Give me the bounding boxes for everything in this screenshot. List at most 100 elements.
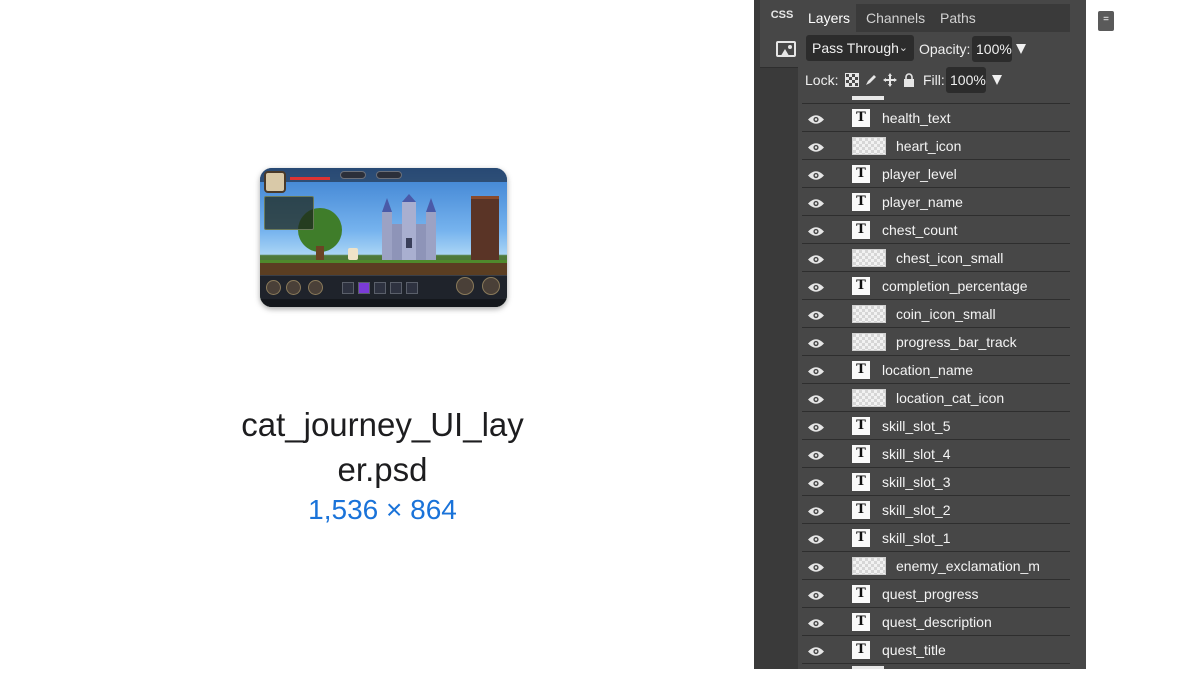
- thumbnail-skill-slot: [406, 282, 418, 294]
- layer-name[interactable]: skill_slot_5: [882, 412, 1070, 440]
- thumbnail-skill-slot: [374, 282, 386, 294]
- blend-opacity-row: Pass Through ⌄ Opacity: 100%: [802, 35, 1070, 63]
- layer-row[interactable]: location_cat_icon: [802, 384, 1070, 412]
- eye-icon[interactable]: [808, 448, 824, 460]
- layer-thumbnail: [852, 666, 884, 669]
- layer-row[interactable]: Tquest_description: [802, 608, 1070, 636]
- opacity-slider-toggle-icon[interactable]: [1016, 44, 1026, 54]
- layer-row[interactable]: heart_icon: [802, 132, 1070, 160]
- layer-row[interactable]: enemy_exclamation_m: [802, 552, 1070, 580]
- tab-layers[interactable]: Layers: [802, 4, 857, 32]
- lock-transparency-icon[interactable]: [845, 73, 859, 87]
- layer-row[interactable]: Tchest_count: [802, 216, 1070, 244]
- thumbnail-attack-button: [456, 277, 474, 295]
- layer-name[interactable]: health_text: [882, 104, 1070, 132]
- thumbnail-right-button: [286, 280, 301, 295]
- layer-row[interactable]: Tplayer_level: [802, 160, 1070, 188]
- layer-row[interactable]: Tskill_slot_5: [802, 412, 1070, 440]
- css-icon[interactable]: CSS: [768, 9, 796, 25]
- text-layer-icon: T: [852, 529, 870, 547]
- layer-name[interactable]: skill_slot_2: [882, 496, 1070, 524]
- layer-row[interactable]: chest_icon_small: [802, 244, 1070, 272]
- layer-name[interactable]: skill_slot_1: [882, 524, 1070, 552]
- fill-slider-toggle-icon[interactable]: [992, 75, 1002, 85]
- lock-all-icon[interactable]: [902, 73, 916, 87]
- layer-row[interactable]: Tquest_title: [802, 636, 1070, 664]
- layer-row[interactable]: Tskill_slot_4: [802, 440, 1070, 468]
- layer-name[interactable]: quest_progress: [882, 580, 1070, 608]
- eye-icon[interactable]: [808, 112, 824, 124]
- layer-name[interactable]: chest_count: [882, 216, 1070, 244]
- eye-icon[interactable]: [808, 252, 824, 264]
- thumbnail-tower: [471, 196, 499, 262]
- layer-row[interactable]: Tquest_progress: [802, 580, 1070, 608]
- thumbnail-health-bar: [290, 177, 330, 180]
- layer-row[interactable]: Tcompletion_percentage: [802, 272, 1070, 300]
- layer-thumbnail: [852, 557, 886, 575]
- layer-name[interactable]: quest_title: [882, 636, 1070, 664]
- eye-icon[interactable]: [808, 280, 824, 292]
- layer-name[interactable]: skill_slot_4: [882, 440, 1070, 468]
- lock-position-icon[interactable]: [883, 73, 897, 87]
- file-thumbnail[interactable]: [260, 168, 507, 307]
- lock-image-pixels-icon[interactable]: [864, 73, 878, 87]
- layer-name[interactable]: player_name: [882, 188, 1070, 216]
- eye-icon[interactable]: [808, 308, 824, 320]
- eye-icon[interactable]: [808, 616, 824, 628]
- layer-name[interactable]: heart_icon: [896, 132, 1070, 160]
- layer-name[interactable]: player_level: [882, 160, 1070, 188]
- layer-thumbnail: [852, 96, 884, 100]
- layer-name[interactable]: coin_icon_small: [896, 300, 1070, 328]
- eye-icon[interactable]: [808, 196, 824, 208]
- eye-icon[interactable]: [808, 420, 824, 432]
- layer-list: Thealth_text heart_icon Tplayer_level Tplay…: [802, 96, 1070, 669]
- layer-row[interactable]: Tlocation_name: [802, 356, 1070, 384]
- lock-label: Lock:: [805, 72, 839, 88]
- blend-mode-select[interactable]: Pass Through ⌄: [806, 35, 914, 61]
- fill-input[interactable]: 100%: [946, 67, 986, 93]
- text-layer-icon: T: [852, 277, 870, 295]
- layer-name[interactable]: quest_description: [882, 608, 1070, 636]
- layer-row[interactable]: Thealth_text: [802, 104, 1070, 132]
- image-icon[interactable]: [776, 41, 796, 57]
- thumbnail-gem-pill: [376, 171, 402, 179]
- tab-channels[interactable]: Channels: [860, 4, 931, 32]
- thumbnail-skill-slot: [358, 282, 370, 294]
- opacity-input[interactable]: 100%: [972, 36, 1012, 62]
- thumbnail-castle: [382, 194, 436, 260]
- layer-row[interactable]: Tskill_slot_2: [802, 496, 1070, 524]
- panel-menu-icon[interactable]: =: [1098, 11, 1114, 31]
- tab-paths[interactable]: Paths: [934, 4, 982, 32]
- eye-icon[interactable]: [808, 224, 824, 236]
- layer-name[interactable]: chest_icon_small: [896, 244, 1070, 272]
- eye-icon[interactable]: [808, 532, 824, 544]
- toolstrip-group: CSS: [760, 0, 798, 68]
- eye-icon[interactable]: [808, 364, 824, 376]
- eye-icon[interactable]: [808, 140, 824, 152]
- eye-icon[interactable]: [808, 504, 824, 516]
- layer-row[interactable]: Tskill_slot_3: [802, 468, 1070, 496]
- thumbnail-quest-box: [264, 196, 314, 230]
- layer-row[interactable]: coin_icon_small: [802, 300, 1070, 328]
- layer-name[interactable]: completion_percentage: [882, 272, 1070, 300]
- layer-row[interactable]: progress_bar_track: [802, 328, 1070, 356]
- eye-icon[interactable]: [808, 560, 824, 572]
- layer-name[interactable]: progress_bar_track: [896, 328, 1070, 356]
- layer-name[interactable]: skill_slot_3: [882, 468, 1070, 496]
- layer-name[interactable]: location_name: [882, 356, 1070, 384]
- layer-name[interactable]: location_cat_icon: [896, 384, 1070, 412]
- eye-icon[interactable]: [808, 644, 824, 656]
- opacity-label: Opacity:: [919, 41, 971, 57]
- eye-icon[interactable]: [808, 588, 824, 600]
- layer-row[interactable]: Tskill_slot_1: [802, 524, 1070, 552]
- layer-row[interactable]: Tplayer_name: [802, 188, 1070, 216]
- eye-icon[interactable]: [808, 168, 824, 180]
- file-preview-area: cat_journey_UI_lay er.psd 1,536 × 864: [0, 0, 754, 675]
- thumbnail-cat-character: [348, 248, 358, 260]
- text-layer-icon: T: [852, 165, 870, 183]
- file-name: cat_journey_UI_lay er.psd: [200, 402, 565, 492]
- eye-icon[interactable]: [808, 476, 824, 488]
- eye-icon[interactable]: [808, 336, 824, 348]
- layer-name[interactable]: enemy_exclamation_m: [896, 552, 1070, 580]
- eye-icon[interactable]: [808, 392, 824, 404]
